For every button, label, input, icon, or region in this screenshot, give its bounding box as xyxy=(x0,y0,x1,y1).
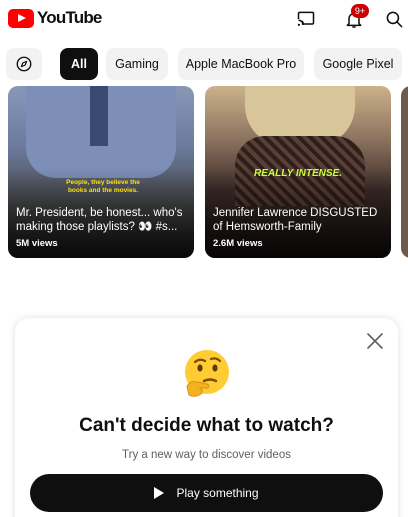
play-icon xyxy=(154,487,165,499)
cast-icon[interactable] xyxy=(294,7,318,31)
play-something-label: Play something xyxy=(176,486,259,500)
chip-apple-macbook-pro[interactable]: Apple MacBook Pro xyxy=(178,48,304,80)
prompt-title: Can't decide what to watch? xyxy=(79,415,334,436)
play-something-button[interactable]: Play something xyxy=(30,474,383,512)
search-icon[interactable] xyxy=(382,7,406,31)
chip-gaming[interactable]: Gaming xyxy=(106,48,168,80)
notification-badge: 9+ xyxy=(351,4,369,18)
filter-chip-bar: All Gaming Apple MacBook Pro Google Pixe… xyxy=(0,48,408,80)
explore-chip[interactable] xyxy=(6,48,42,80)
video-card[interactable]: People, they believe the books and the m… xyxy=(8,86,194,258)
video-views: 5M views xyxy=(16,238,58,249)
app-name: YouTube xyxy=(37,8,102,27)
video-title: Jennifer Lawrence DISGUSTED of Hemsworth… xyxy=(213,207,378,233)
discover-prompt-card: Can't decide what to watch? Try a new wa… xyxy=(15,318,398,517)
chip-google-pixel[interactable]: Google Pixel xyxy=(314,48,402,80)
youtube-logo[interactable]: YouTube xyxy=(8,8,102,28)
thumbnail-caption: People, they believe the books and the m… xyxy=(66,179,140,194)
chip-all[interactable]: All xyxy=(60,48,98,80)
top-app-bar: YouTube 9+ xyxy=(0,0,408,38)
video-views: 2.6M views xyxy=(213,238,263,249)
thumbnail-detail xyxy=(90,86,108,146)
video-card-partial[interactable] xyxy=(401,86,408,258)
thinking-face-icon xyxy=(177,346,233,402)
close-icon[interactable] xyxy=(365,331,385,351)
prompt-subtitle: Try a new way to discover videos xyxy=(122,449,291,461)
video-card[interactable]: REALLY INTENSE. Jennifer Lawrence DISGUS… xyxy=(205,86,391,258)
video-title: Mr. President, be honest... who's making… xyxy=(16,207,183,233)
compass-icon xyxy=(16,56,32,72)
youtube-logo-icon xyxy=(8,8,34,28)
thumbnail-caption: REALLY INTENSE. xyxy=(254,168,342,179)
